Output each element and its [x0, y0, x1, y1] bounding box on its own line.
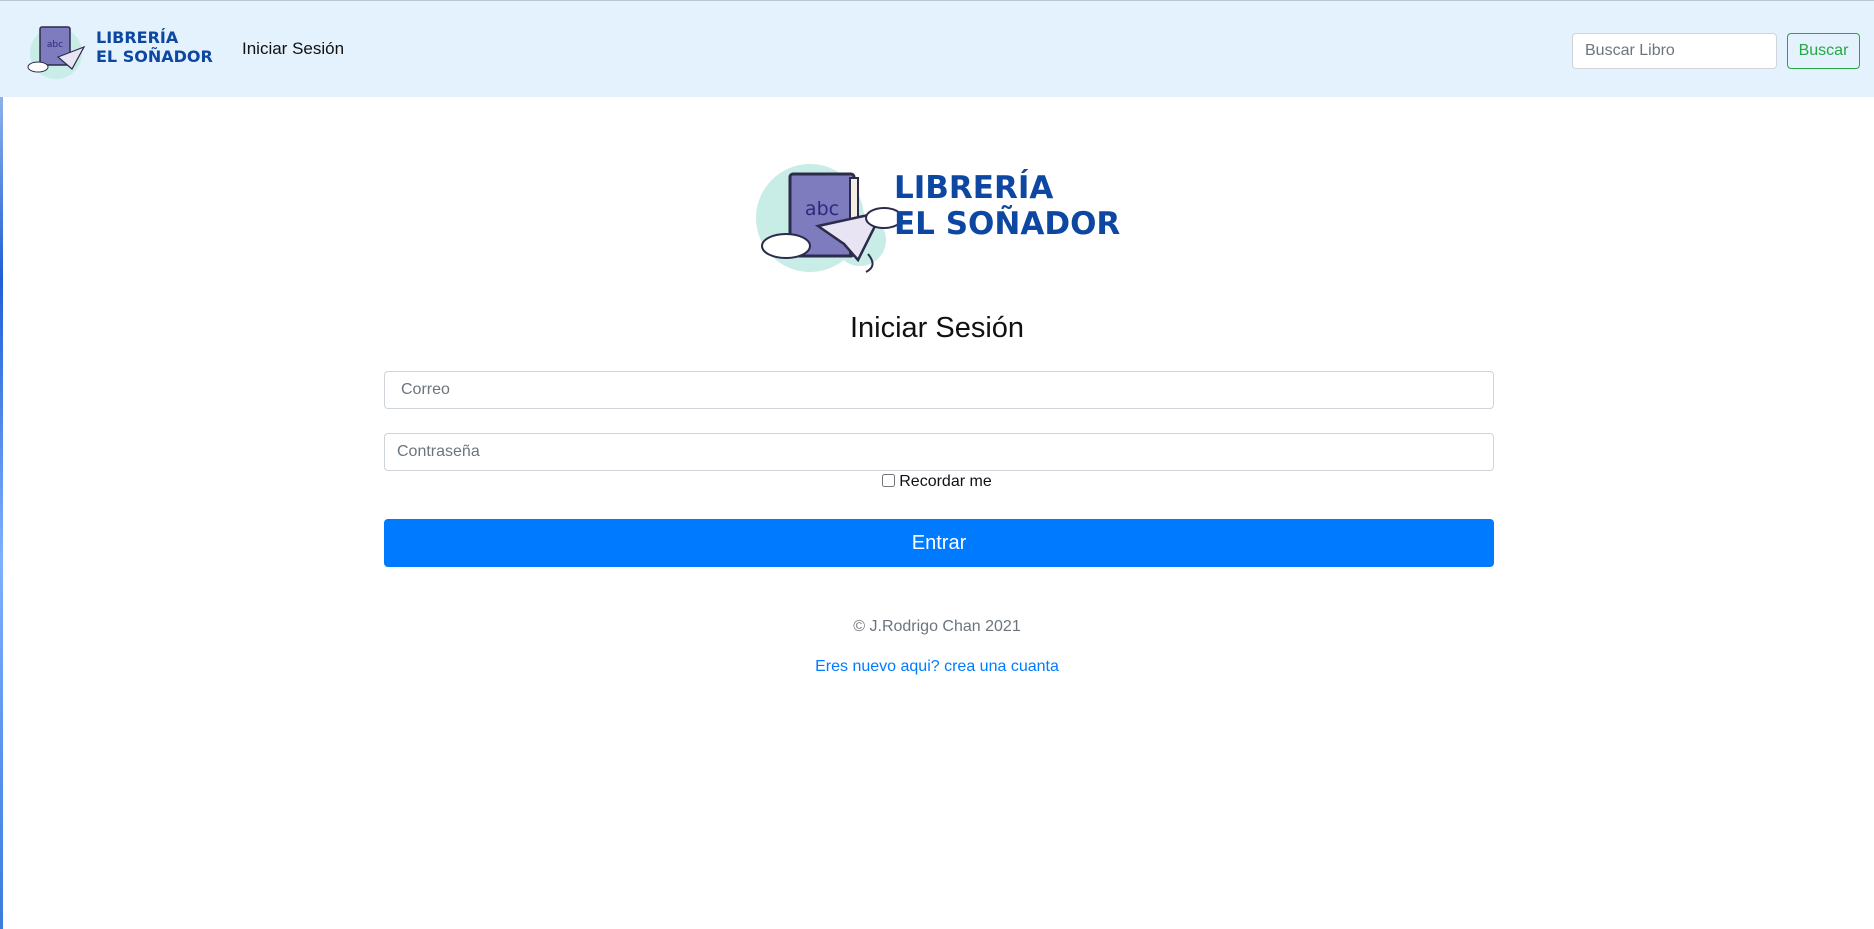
nav-logo[interactable]: abc LIBRERÍA EL SOÑADOR — [24, 17, 216, 81]
logo-line2: EL SOÑADOR — [894, 205, 1120, 242]
nav-login-link[interactable]: Iniciar Sesión — [242, 39, 344, 59]
main-logo: abc LIBRERÍA EL SOÑADOR — [756, 164, 1120, 273]
search-input[interactable] — [1572, 33, 1777, 69]
email-field[interactable] — [384, 371, 1494, 409]
logo-line2: EL SOÑADOR — [96, 47, 213, 66]
book-label: abc — [47, 40, 63, 50]
logo-line1: LIBRERÍA — [894, 170, 1053, 206]
logo-line1: LIBRERÍA — [96, 28, 179, 47]
copyright-text: © J.Rodrigo Chan 2021 — [853, 618, 1021, 635]
signup-link[interactable]: Eres nuevo aqui? crea una cuanta — [815, 658, 1059, 675]
password-field[interactable] — [384, 433, 1494, 471]
window-edge — [0, 0, 3, 929]
remember-me: Recordar me — [0, 473, 1874, 491]
submit-button[interactable]: Entrar — [384, 519, 1494, 567]
cloud-icon — [761, 233, 811, 259]
page: abc LIBRERÍA EL SOÑADOR Iniciar Sesión B… — [0, 0, 1874, 929]
remember-me-label[interactable]: Recordar me — [899, 473, 991, 490]
remember-me-checkbox[interactable] — [882, 474, 896, 487]
cloud-icon — [27, 61, 49, 73]
book-label: abc — [805, 198, 839, 220]
navbar: abc LIBRERÍA EL SOÑADOR Iniciar Sesión B… — [0, 0, 1874, 97]
search-button[interactable]: Buscar — [1787, 33, 1860, 69]
signup-link-row: Eres nuevo aqui? crea una cuanta — [0, 658, 1874, 676]
page-title: Iniciar Sesión — [849, 312, 1025, 344]
